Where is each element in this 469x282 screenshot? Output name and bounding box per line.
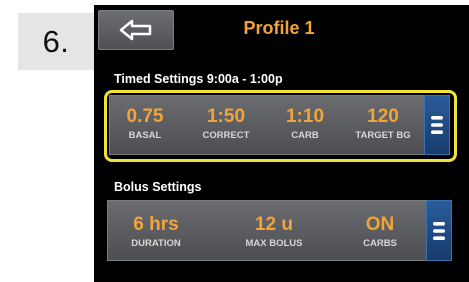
carbs-label: CARBS [363,238,397,249]
carbs-value: ON [365,214,395,235]
pump-screen: Profile 1 Timed Settings 9:00a - 1:00p 0… [94,5,469,282]
bolus-settings-menu-button[interactable] [426,200,452,261]
carb-ratio-setting: 1:10 CARB [274,96,336,154]
correction-label: CORRECT [202,130,250,141]
basal-value: 0.75 [126,106,164,127]
carbs-setting: ON CARBS [344,201,416,260]
carb-ratio-label: CARB [291,130,319,141]
basal-setting: 0.75 BASAL [114,96,176,154]
duration-setting: 6 hrs DURATION [114,201,198,260]
arrow-left-icon [119,19,152,41]
max-bolus-value: 12 u [254,214,294,235]
basal-label: BASAL [128,130,162,141]
bolus-settings-card[interactable]: 6 hrs DURATION 12 u MAX BOLUS ON CARBS [107,200,452,261]
timed-settings-label: Timed Settings 9:00a - 1:00p [114,72,283,86]
duration-value: 6 hrs [133,214,179,235]
timed-settings-menu-button[interactable] [424,95,450,155]
back-button[interactable] [98,10,174,50]
timed-settings-card[interactable]: 0.75 BASAL 1:50 CORRECT 1:10 CARB 120 TA… [109,95,450,155]
target-bg-label: TARGET BG [355,130,411,141]
target-bg-setting: 120 TARGET BG [344,96,422,154]
step-number: 6. [18,13,94,70]
target-bg-value: 120 [367,106,399,127]
menu-icon [433,221,445,240]
carb-ratio-value: 1:10 [285,106,325,127]
max-bolus-label: MAX BOLUS [245,238,303,249]
max-bolus-setting: 12 u MAX BOLUS [232,201,316,260]
menu-icon [431,116,443,134]
page-title: Profile 1 [243,18,315,38]
correction-value: 1:50 [206,106,246,127]
duration-label: DURATION [131,238,181,249]
correction-setting: 1:50 CORRECT [190,96,262,154]
bolus-settings-label: Bolus Settings [114,180,202,194]
